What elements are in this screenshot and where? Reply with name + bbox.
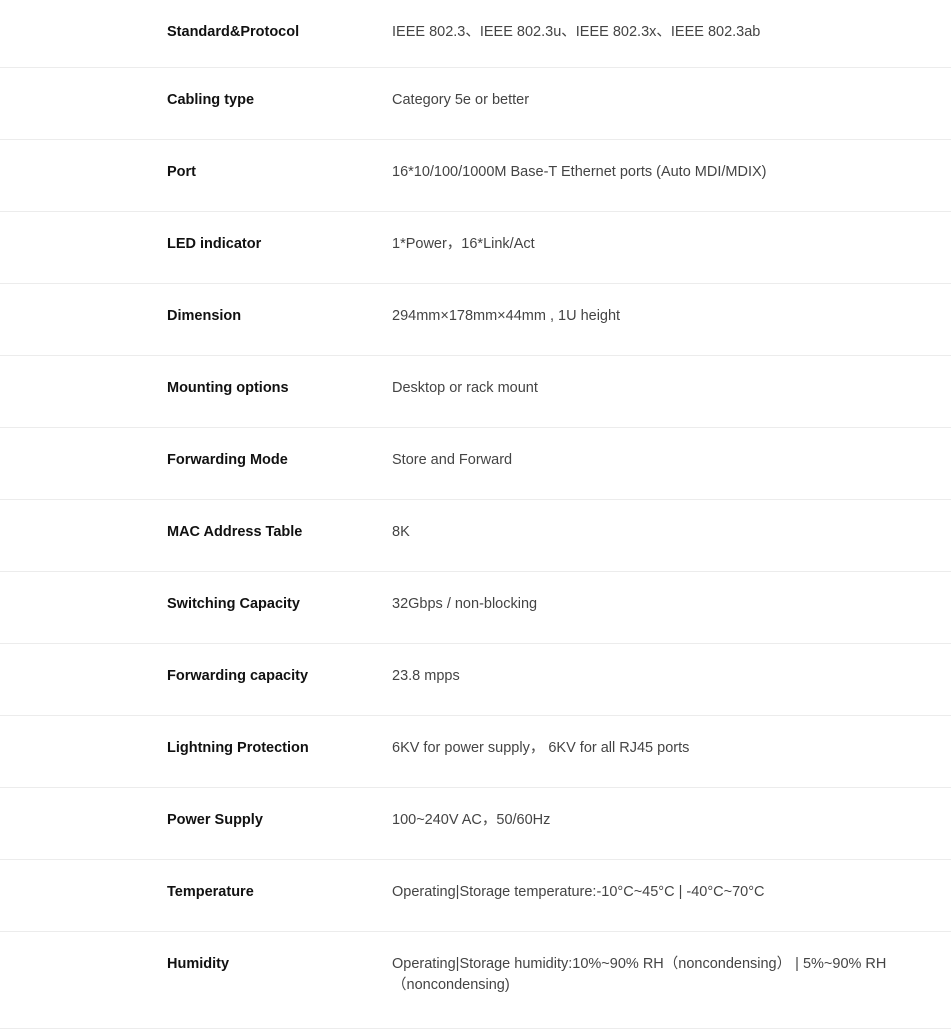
spec-label: Lightning Protection (167, 740, 309, 756)
spec-value: 23.8 mpps (392, 668, 460, 684)
spec-row-cabling-type: Cabling type Category 5e or better (0, 68, 951, 140)
spec-label: Mounting options (167, 380, 289, 396)
spec-value: Desktop or rack mount (392, 380, 538, 396)
spec-value: Category 5e or better (392, 92, 530, 108)
spec-label: Temperature (167, 884, 254, 900)
spec-row-standard-protocol: Standard&Protocol IEEE 802.3、IEEE 802.3u… (0, 0, 951, 68)
spec-label: Power Supply (167, 812, 263, 828)
spec-value: 100~240V AC，50/60Hz (392, 812, 551, 828)
spec-label: Forwarding capacity (167, 668, 309, 684)
spec-value: 8K (392, 524, 410, 540)
spec-row-temperature: Temperature Operating|Storage temperatur… (0, 860, 951, 932)
spec-value: Operating|Storage temperature:-10°C~45°C… (392, 884, 765, 900)
spec-row-forwarding-mode: Forwarding Mode Store and Forward (0, 428, 951, 500)
spec-value: Operating|Storage humidity:10%~90% RH（no… (392, 956, 887, 993)
spec-row-port: Port 16*10/100/1000M Base-T Ethernet por… (0, 140, 951, 212)
spec-label: LED indicator (167, 236, 262, 252)
spec-row-switching-capacity: Switching Capacity 32Gbps / non-blocking (0, 572, 951, 644)
spec-value: 294mm×178mm×44mm , 1U height (392, 308, 621, 324)
spec-label: Dimension (167, 308, 242, 324)
spec-row-mac-address-table: MAC Address Table 8K (0, 500, 951, 572)
spec-label: Switching Capacity (167, 596, 300, 612)
spec-label: Cabling type (167, 92, 255, 108)
spec-label: Standard&Protocol (167, 24, 300, 40)
spec-row-power-supply: Power Supply 100~240V AC，50/60Hz (0, 788, 951, 860)
spec-table: Standard&Protocol IEEE 802.3、IEEE 802.3u… (0, 0, 951, 1029)
spec-label: MAC Address Table (167, 524, 303, 540)
spec-row-lightning-protection: Lightning Protection 6KV for power suppl… (0, 716, 951, 788)
spec-row-led-indicator: LED indicator 1*Power，16*Link/Act (0, 212, 951, 284)
spec-value: 6KV for power supply， 6KV for all RJ45 p… (392, 740, 690, 756)
spec-row-humidity: Humidity Operating|Storage humidity:10%~… (0, 932, 951, 1029)
spec-row-forwarding-capacity: Forwarding capacity 23.8 mpps (0, 644, 951, 716)
spec-value: Store and Forward (392, 452, 513, 468)
spec-label: Humidity (167, 956, 230, 972)
spec-value: 32Gbps / non-blocking (392, 596, 538, 612)
spec-value: 1*Power，16*Link/Act (392, 236, 535, 252)
spec-label: Forwarding Mode (167, 452, 288, 468)
spec-label: Port (167, 164, 196, 180)
spec-row-mounting-options: Mounting options Desktop or rack mount (0, 356, 951, 428)
spec-value: 16*10/100/1000M Base-T Ethernet ports (A… (392, 164, 767, 180)
spec-row-dimension: Dimension 294mm×178mm×44mm , 1U height (0, 284, 951, 356)
spec-value: IEEE 802.3、IEEE 802.3u、IEEE 802.3x、IEEE … (392, 24, 761, 40)
